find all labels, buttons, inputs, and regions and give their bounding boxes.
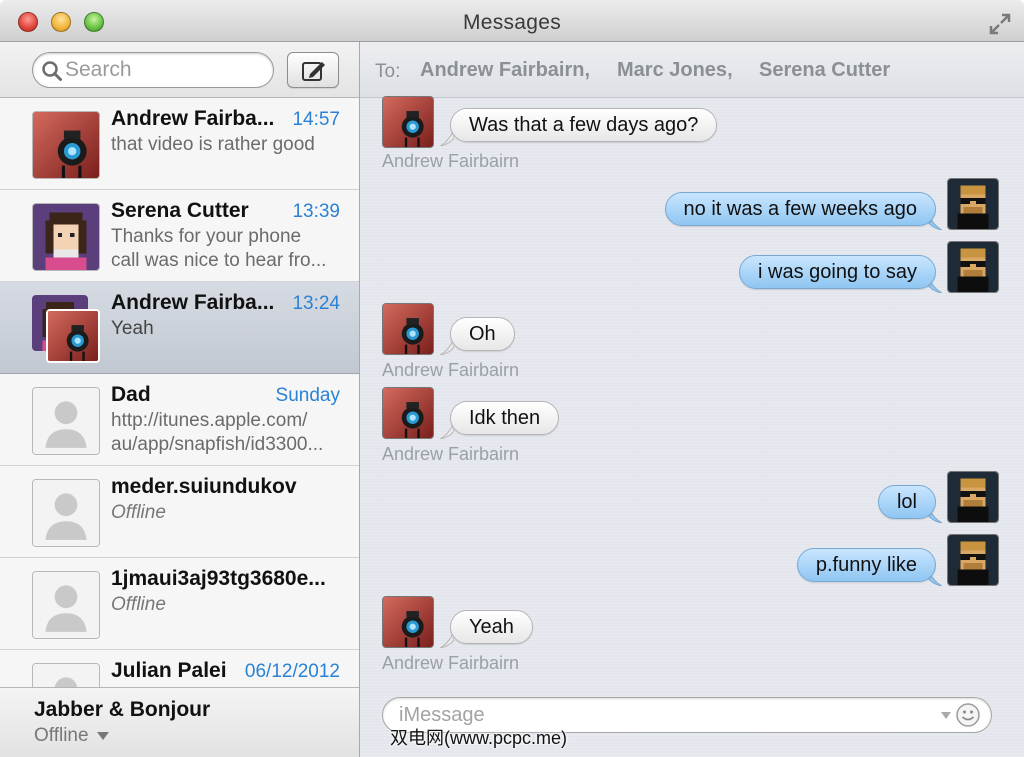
conversation-item[interactable]: Andrew Fairba... 14:57 that video is rat… <box>0 98 359 190</box>
sender-avatar <box>382 96 434 148</box>
preview-line: au/app/snapfish/id3300... <box>111 434 324 455</box>
message-bubble-incoming: Idk then <box>450 401 560 435</box>
preview-line: call was nice to hear fro... <box>111 250 327 271</box>
smiley-icon[interactable] <box>955 702 981 728</box>
chevron-down-icon[interactable] <box>941 712 951 719</box>
message-bubble-outgoing: i was going to say <box>739 255 936 289</box>
messages-window: Messages Search Andrew Fairba... 14:57 t… <box>0 0 1024 757</box>
account-name: Jabber & Bonjour <box>34 698 211 721</box>
conversation-sidebar: Andrew Fairba... 14:57 that video is rat… <box>0 42 360 757</box>
search-input[interactable] <box>65 57 265 83</box>
conversation-list: Andrew Fairba... 14:57 that video is rat… <box>0 98 359 690</box>
conversation-item[interactable]: 1jmaui3aj93tg3680e... Offline <box>0 558 359 650</box>
sender-avatar <box>382 387 434 439</box>
search-field[interactable] <box>32 52 274 88</box>
recipient-name: Serena Cutter <box>759 59 891 81</box>
sender-name: Andrew Fairbairn <box>382 151 520 171</box>
recipient-name: Marc Jones <box>617 59 728 81</box>
message-bubble-incoming: Was that a few days ago? <box>450 108 718 142</box>
message-preview: Thanks for your phone call was nice to h… <box>111 225 341 273</box>
avatar-front <box>46 309 100 363</box>
contact-name: Serena Cutter <box>111 199 249 222</box>
avatar <box>32 663 100 690</box>
message-preview: that video is rather good <box>111 134 315 155</box>
recipient-token[interactable]: Serena Cutter <box>759 59 890 82</box>
conversation-time: 13:24 <box>292 293 340 314</box>
contact-name: Dad <box>111 383 151 406</box>
recipients-bar: To: Andrew Fairbairn, Marc Jones, Serena… <box>360 42 1024 98</box>
avatar <box>32 111 100 179</box>
preview-line: http://itunes.apple.com/ <box>111 410 308 431</box>
sidebar-toolbar <box>0 42 359 98</box>
message-bubble-outgoing: lol <box>877 485 936 519</box>
search-icon <box>42 61 62 81</box>
window-title: Messages <box>462 11 562 34</box>
conversation-item[interactable]: Serena Cutter 13:39 Thanks for your phon… <box>0 190 359 282</box>
message-bubble-outgoing: p.funny like <box>796 548 936 582</box>
conversation-time: 14:57 <box>292 109 340 130</box>
compose-button[interactable] <box>287 52 339 88</box>
presence-status: Offline <box>111 502 166 523</box>
my-avatar <box>947 241 999 293</box>
contact-name: Andrew Fairba... <box>111 107 275 130</box>
message-preview: Yeah <box>111 318 154 339</box>
title-bar: Messages <box>0 0 1024 42</box>
message-bubble-incoming: Yeah <box>450 610 533 644</box>
avatar <box>32 203 100 271</box>
status-label: Offline <box>34 725 89 746</box>
sender-name: Andrew Fairbairn <box>382 360 520 380</box>
sender-name: Andrew Fairbairn <box>382 444 520 464</box>
conversation-time: Sunday <box>275 385 340 406</box>
avatar <box>32 571 100 639</box>
avatar <box>32 387 100 455</box>
my-avatar <box>947 471 999 523</box>
account-bar: Jabber & Bonjour Offline <box>0 687 359 757</box>
group-avatar <box>32 295 100 363</box>
presence-status: Offline <box>111 594 166 615</box>
contact-name: meder.suiundukov <box>111 475 297 498</box>
watermark-text: 双电网(www.pcpc.me) <box>390 728 568 748</box>
sender-avatar <box>382 596 434 648</box>
contact-name: 1jmaui3aj93tg3680e... <box>111 567 326 590</box>
avatar <box>32 479 100 547</box>
message-preview: http://itunes.apple.com/ au/app/snapfish… <box>111 409 341 457</box>
conversation-item[interactable]: Julian Palei 06/12/2012 <box>0 650 359 690</box>
recipient-name: Andrew Fairbairn <box>420 59 585 81</box>
conversation-item[interactable]: meder.suiundukov Offline <box>0 466 359 558</box>
status-menu[interactable]: Offline <box>34 725 109 747</box>
conversation-time: 13:39 <box>292 201 340 222</box>
sender-name: Andrew Fairbairn <box>382 653 520 673</box>
my-avatar <box>947 534 999 586</box>
recipient-token[interactable]: Andrew Fairbairn, <box>420 59 590 82</box>
conversation-time: 06/12/2012 <box>244 661 340 682</box>
compose-icon <box>302 62 325 81</box>
to-label: To: <box>375 61 401 82</box>
contact-name: Andrew Fairba... <box>111 291 275 314</box>
recipient-token[interactable]: Marc Jones, <box>617 59 733 82</box>
conversation-item[interactable]: Dad Sunday http://itunes.apple.com/ au/a… <box>0 374 359 466</box>
message-bubble-incoming: Oh <box>450 317 515 351</box>
my-avatar <box>947 178 999 230</box>
message-bubble-outgoing: no it was a few weeks ago <box>664 192 936 226</box>
chevron-down-icon <box>96 731 109 740</box>
sender-avatar <box>382 303 434 355</box>
chat-pane: To: Andrew Fairbairn, Marc Jones, Serena… <box>360 42 1024 757</box>
preview-line: Thanks for your phone <box>111 226 302 247</box>
fullscreen-icon[interactable] <box>988 12 1012 36</box>
conversation-item-selected[interactable]: Andrew Fairba... 13:24 Yeah <box>0 282 359 374</box>
